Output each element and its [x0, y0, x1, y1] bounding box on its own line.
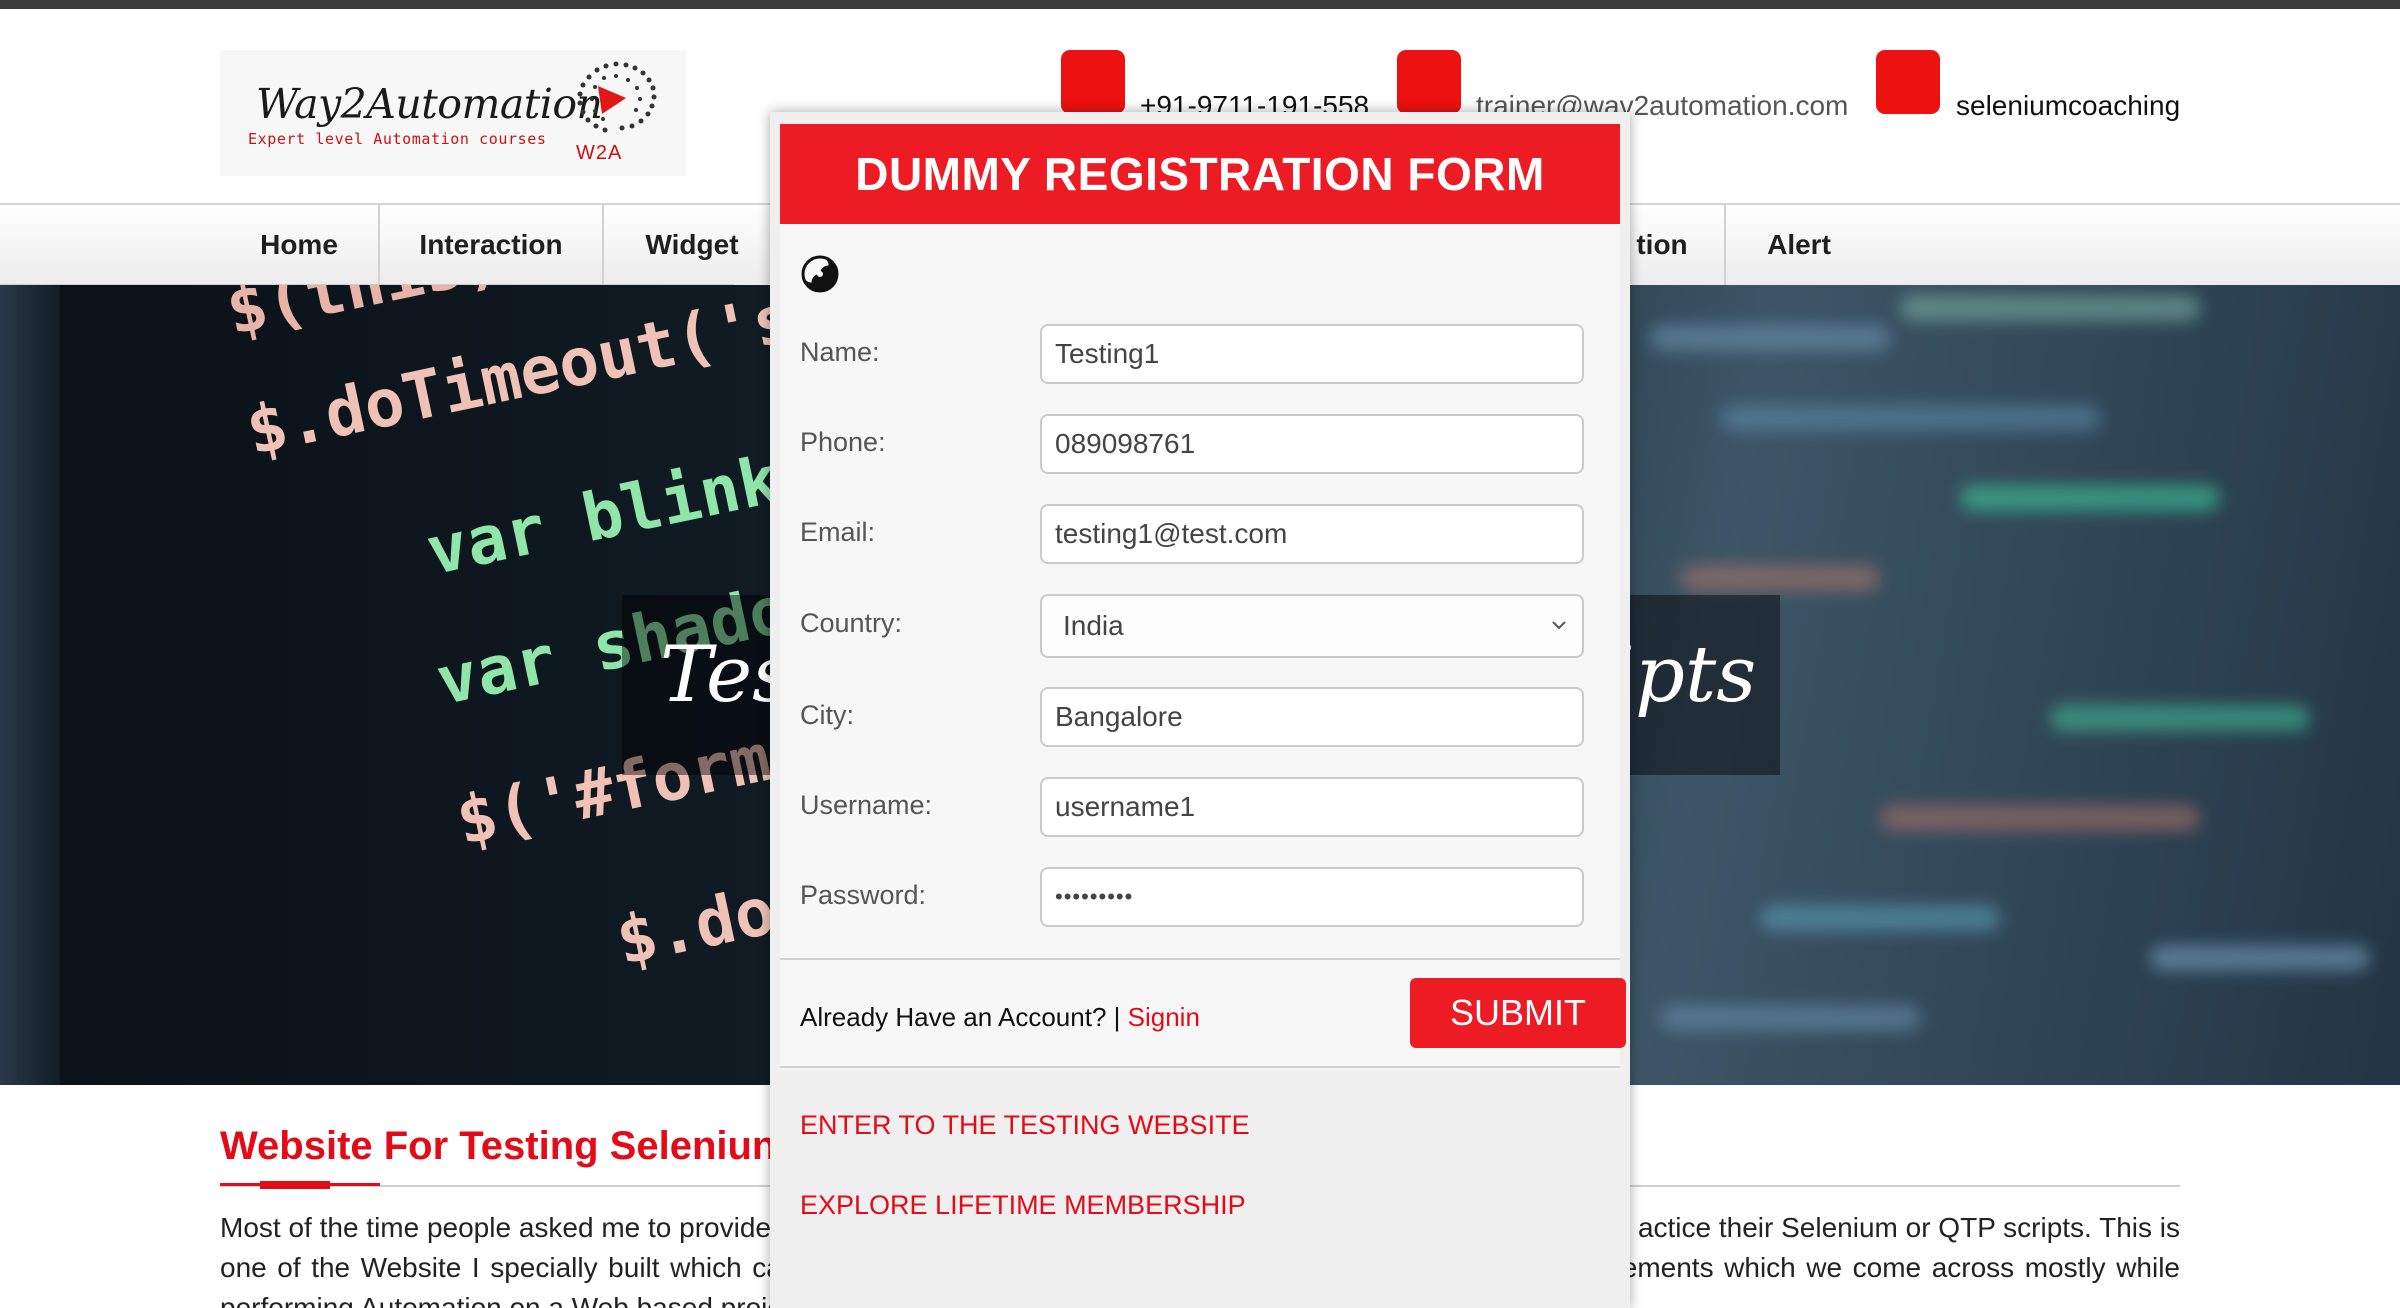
blur-decoration — [1880, 805, 2200, 831]
content-paragraph-line1-left: Most of the time people asked me to prov… — [220, 1212, 771, 1243]
country-label: Country: — [800, 608, 903, 638]
modal-divider — [780, 1066, 1620, 1068]
logo-tagline: Expert level Automation courses — [248, 130, 547, 148]
email-icon — [1397, 50, 1461, 114]
city-input[interactable]: Bangalore — [1040, 687, 1584, 747]
phone-label: Phone: — [800, 427, 886, 457]
country-select-value: India — [1063, 610, 1124, 641]
close-icon[interactable] — [800, 254, 840, 294]
blur-decoration — [1660, 1005, 1920, 1031]
logo-w2a: W2A — [576, 142, 623, 164]
chevron-down-icon — [1552, 621, 1566, 630]
logo-mark-icon — [577, 61, 657, 133]
nav-widget[interactable]: Widget — [604, 205, 780, 285]
site-logo[interactable]: Way2Automation Expert level Automation c… — [220, 50, 686, 176]
code-line: $(this) — [220, 285, 508, 350]
submit-button[interactable]: SUBMIT — [1410, 978, 1626, 1048]
enter-testing-website-link[interactable]: ENTER TO THE TESTING WEBSITE — [800, 1110, 1250, 1141]
content-title: Website For Testing Seleniun — [220, 1124, 777, 1168]
name-input[interactable]: Testing1 — [1040, 324, 1584, 384]
blur-decoration — [1720, 405, 2100, 431]
modal-divider — [780, 958, 1620, 960]
blur-decoration — [1760, 905, 2000, 931]
password-label: Password: — [800, 880, 927, 910]
skype-icon — [1876, 50, 1940, 114]
nav-home[interactable]: Home — [220, 205, 380, 285]
blur-decoration — [1960, 485, 2220, 511]
hero-caption-right: ipts — [1610, 630, 1757, 720]
content-rule-marker — [260, 1181, 330, 1189]
name-label: Name: — [800, 337, 880, 367]
already-account-label: Already Have an Account? | — [800, 1002, 1128, 1032]
nav-alert[interactable]: Alert — [1726, 205, 1872, 285]
content-paragraph-line3: performing Automation on a Web based pro… — [220, 1292, 813, 1308]
password-input[interactable]: ••••••••• — [1040, 867, 1584, 927]
username-label: Username: — [800, 790, 933, 820]
already-account-text: Already Have an Account? | Signin — [800, 1002, 1200, 1033]
city-label: City: — [800, 700, 854, 730]
modal-title: DUMMY REGISTRATION FORM — [780, 124, 1620, 224]
email-label: Email: — [800, 517, 876, 547]
top-strip — [0, 0, 2400, 9]
signin-link[interactable]: Signin — [1128, 1002, 1200, 1032]
username-input[interactable]: username1 — [1040, 777, 1584, 837]
blur-decoration — [1680, 565, 1880, 591]
blur-decoration — [1900, 295, 2200, 321]
explore-membership-link[interactable]: EXPLORE LIFETIME MEMBERSHIP — [800, 1190, 1246, 1221]
phone-input[interactable]: 089098761 — [1040, 414, 1584, 474]
blur-decoration — [2150, 945, 2370, 971]
country-select[interactable]: India — [1040, 594, 1584, 658]
nav-interaction[interactable]: Interaction — [380, 205, 604, 285]
email-input[interactable]: testing1@test.com — [1040, 504, 1584, 564]
logo-name: Way2Automation — [256, 80, 603, 128]
contact-skype[interactable]: seleniumcoaching — [1956, 90, 2180, 122]
blur-decoration — [2050, 705, 2310, 731]
blur-decoration — [1650, 325, 1890, 351]
phone-icon — [1061, 50, 1125, 114]
content-paragraph-line1-right: actice their Selenium or QTP scripts. Th… — [1637, 1212, 2180, 1243]
